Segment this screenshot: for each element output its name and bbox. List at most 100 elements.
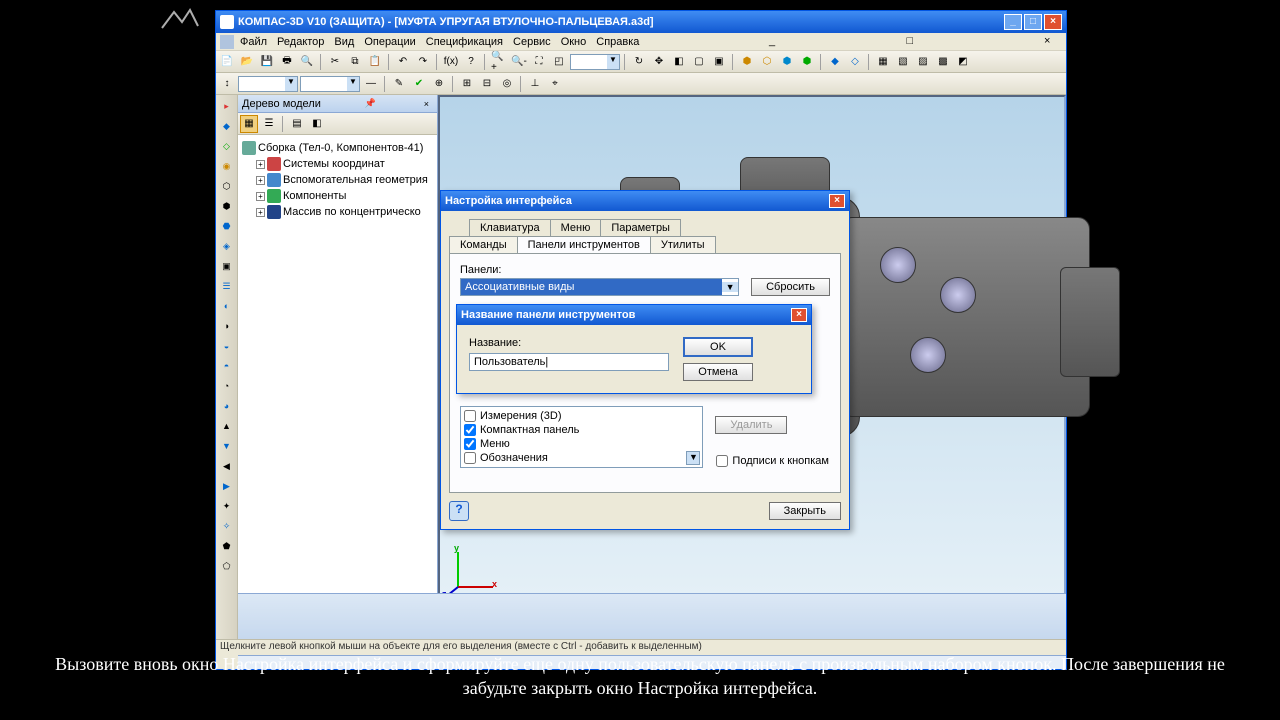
ok-button[interactable]: OK (683, 337, 753, 357)
save-icon[interactable]: 💾 (258, 53, 276, 71)
tt-4[interactable]: ◧ (308, 115, 326, 133)
chk-labels[interactable]: Подписи к кнопкам (715, 454, 830, 468)
name-input[interactable]: Пользователь| (469, 353, 669, 371)
pin-icon[interactable]: 📌 (365, 98, 376, 109)
lt-17[interactable]: ▲ (218, 417, 236, 435)
persp-icon[interactable]: ▩ (934, 53, 952, 71)
lt-18[interactable]: ▼ (218, 437, 236, 455)
tab-toolbars[interactable]: Панели инструментов (517, 236, 651, 253)
tt-2[interactable]: ☰ (260, 115, 278, 133)
box5-icon[interactable]: ◆ (826, 53, 844, 71)
tree-header[interactable]: Дерево модели 📌 × (238, 95, 437, 113)
redo-icon[interactable]: ↷ (414, 53, 432, 71)
chklist-scroll-down-icon[interactable]: ▼ (686, 451, 700, 465)
lt-2[interactable]: ◆ (218, 117, 236, 135)
ortho-icon[interactable]: ⊥ (526, 75, 544, 93)
tt-3[interactable]: ▤ (288, 115, 306, 133)
box3-icon[interactable]: ⬢ (778, 53, 796, 71)
lt-4[interactable]: ◉ (218, 157, 236, 175)
lt-1[interactable]: ▸ (218, 97, 236, 115)
snap-icon[interactable]: ◎ (498, 75, 516, 93)
tt-1[interactable]: ▦ (240, 115, 258, 133)
lt-11[interactable]: ◐ (218, 297, 236, 315)
help-icon[interactable]: ? (462, 53, 480, 71)
dialog2-titlebar[interactable]: Название панели инструментов × (457, 305, 811, 325)
open-icon[interactable]: 📂 (238, 53, 256, 71)
grid1-icon[interactable]: ⊞ (458, 75, 476, 93)
panels-checklist[interactable]: Измерения (3D) Компактная панель Меню Об… (460, 406, 703, 468)
panels-combo[interactable]: Ассоциативные виды ▼ (460, 278, 739, 296)
lt-14[interactable]: ◓ (218, 357, 236, 375)
lt-9[interactable]: ▣ (218, 257, 236, 275)
help-button[interactable]: ? (449, 501, 469, 521)
tab-keyboard[interactable]: Клавиатура (469, 219, 551, 236)
chk-menu[interactable]: Меню (463, 437, 700, 451)
tree-close-icon[interactable]: × (424, 99, 429, 109)
lt-20[interactable]: ▶ (218, 477, 236, 495)
zoom-out-icon[interactable]: 🔍- (510, 53, 528, 71)
tree-body[interactable]: Сборка (Тел-0, Компонентов-41) + Системы… (238, 135, 437, 607)
hidden-icon[interactable]: ▧ (894, 53, 912, 71)
menu-window[interactable]: Окно (561, 36, 587, 48)
scale-combo[interactable]: ▼ (570, 54, 620, 70)
menu-file[interactable]: Файл (240, 36, 267, 48)
dialog1-titlebar[interactable]: Настройка интерфейса × (441, 191, 849, 211)
lt-24[interactable]: ⬠ (218, 557, 236, 575)
tab-params[interactable]: Параметры (600, 219, 681, 236)
lt-22[interactable]: ✧ (218, 517, 236, 535)
grid2-icon[interactable]: ⊟ (478, 75, 496, 93)
view2-icon[interactable]: ▣ (710, 53, 728, 71)
paste-icon[interactable]: 📋 (366, 53, 384, 71)
orient-icon[interactable]: ◧ (670, 53, 688, 71)
pan-icon[interactable]: ✥ (650, 53, 668, 71)
lt-5[interactable]: ⬡ (218, 177, 236, 195)
lt-12[interactable]: ◑ (218, 317, 236, 335)
zoom-in-icon[interactable]: 🔍+ (490, 53, 508, 71)
chk-design[interactable]: Обозначения (463, 451, 686, 465)
state1-icon[interactable]: ↕ (218, 75, 236, 93)
tree-node-aux[interactable]: + Вспомогательная геометрия (256, 173, 433, 187)
preview-icon[interactable]: 🔍 (298, 53, 316, 71)
tab-utils[interactable]: Утилиты (650, 236, 716, 253)
wire-icon[interactable]: ▦ (874, 53, 892, 71)
tree-node-array[interactable]: + Массив по концентрическо (256, 205, 433, 219)
reset-button[interactable]: Сбросить (751, 278, 830, 296)
lt-6[interactable]: ⬢ (218, 197, 236, 215)
dialog1-close-icon[interactable]: × (829, 194, 845, 208)
lt-23[interactable]: ⬟ (218, 537, 236, 555)
cancel-button[interactable]: Отмена (683, 363, 753, 381)
system-menu-icon[interactable] (220, 35, 234, 49)
zoom-window-icon[interactable]: ◰ (550, 53, 568, 71)
lt-3[interactable]: ◇ (218, 137, 236, 155)
property-bar[interactable] (238, 593, 1066, 639)
menu-spec[interactable]: Спецификация (426, 36, 503, 48)
copy-icon[interactable]: ⧉ (346, 53, 364, 71)
tree-root[interactable]: Сборка (Тел-0, Компонентов-41) (242, 141, 433, 155)
mdi-minimize-icon[interactable]: _ (769, 35, 783, 49)
fx-icon[interactable]: f(x) (442, 53, 460, 71)
menu-view[interactable]: Вид (334, 36, 354, 48)
lt-21[interactable]: ✦ (218, 497, 236, 515)
menu-service[interactable]: Сервис (513, 36, 551, 48)
lt-19[interactable]: ◀ (218, 457, 236, 475)
chk-compact[interactable]: Компактная панель (463, 423, 700, 437)
view1-icon[interactable]: ▢ (690, 53, 708, 71)
tab-commands[interactable]: Команды (449, 236, 518, 253)
rotate-icon[interactable]: ↻ (630, 53, 648, 71)
tab-menu[interactable]: Меню (550, 219, 602, 236)
titlebar[interactable]: КОМПАС-3D V10 (ЗАЩИТА) - [МУФТА УПРУГАЯ … (216, 11, 1066, 33)
shaded-icon[interactable]: ▨ (914, 53, 932, 71)
lt-7[interactable]: ⬣ (218, 217, 236, 235)
combo2[interactable]: ▼ (300, 76, 360, 92)
box4-icon[interactable]: ⬢ (798, 53, 816, 71)
lt-16[interactable]: ◕ (218, 397, 236, 415)
lt-15[interactable]: ◔ (218, 377, 236, 395)
tree-node-components[interactable]: + Компоненты (256, 189, 433, 203)
box6-icon[interactable]: ◇ (846, 53, 864, 71)
edit1-icon[interactable]: ✎ (390, 75, 408, 93)
mdi-close-icon[interactable]: × (1044, 35, 1058, 49)
tree-node-coords[interactable]: + Системы координат (256, 157, 433, 171)
lt-13[interactable]: ◒ (218, 337, 236, 355)
menu-help[interactable]: Справка (596, 36, 639, 48)
render-icon[interactable]: ◩ (954, 53, 972, 71)
